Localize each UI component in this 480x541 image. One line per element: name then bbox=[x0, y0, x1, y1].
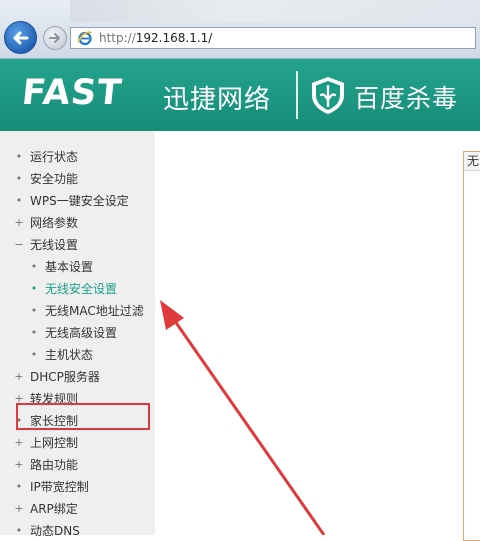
url-text: http://192.168.1.1/ bbox=[99, 31, 212, 45]
menu-list: • 运行状态 • 安全功能 • WPS一键安全设定 + 网络参数 − 无线设置 … bbox=[0, 145, 155, 541]
forward-button[interactable] bbox=[43, 26, 67, 50]
bullet-icon: • bbox=[30, 281, 38, 295]
bullet-icon: • bbox=[30, 259, 38, 273]
menu-item-label: 无线设置 bbox=[30, 237, 79, 252]
submenu-item-basic[interactable]: • 基本设置 bbox=[0, 255, 155, 277]
submenu-item-advanced[interactable]: • 无线高级设置 bbox=[0, 321, 155, 343]
expand-plus-icon: + bbox=[14, 435, 24, 449]
back-button[interactable] bbox=[4, 21, 37, 54]
ie-page-icon bbox=[77, 30, 93, 46]
bullet-icon: • bbox=[30, 303, 38, 317]
forward-arrow-icon bbox=[49, 33, 60, 43]
menu-item-label: 路由功能 bbox=[30, 457, 79, 472]
main-content: 无 bbox=[155, 131, 480, 541]
expand-plus-icon: + bbox=[14, 369, 24, 383]
menu-item-label: ARP绑定 bbox=[30, 501, 78, 516]
bullet-icon: • bbox=[15, 523, 23, 537]
menu-item-label: 无线高级设置 bbox=[45, 325, 118, 340]
submenu-item-host-status[interactable]: • 主机状态 bbox=[0, 343, 155, 365]
collapse-minus-icon: − bbox=[14, 237, 24, 251]
menu-item-label: 网络参数 bbox=[30, 215, 79, 230]
submenu-item-mac-filter[interactable]: • 无线MAC地址过滤 bbox=[0, 299, 155, 321]
expand-plus-icon: + bbox=[14, 457, 24, 471]
menu-item-label: 主机状态 bbox=[45, 347, 94, 362]
blurred-tab-strip bbox=[70, 0, 480, 22]
brand-logo: FAST bbox=[19, 73, 125, 113]
expand-plus-icon: + bbox=[14, 391, 24, 405]
bullet-icon: • bbox=[30, 347, 38, 361]
menu-item-ddns[interactable]: • 动态DNS bbox=[0, 519, 155, 541]
menu-item-label: 安全功能 bbox=[30, 171, 79, 186]
url-protocol: http:// bbox=[99, 31, 136, 45]
content-panel: 无 bbox=[463, 151, 480, 541]
menu-item-label: 转发规则 bbox=[30, 391, 79, 406]
menu-item-status[interactable]: • 运行状态 bbox=[0, 145, 155, 167]
menu-item-label: 上网控制 bbox=[30, 435, 79, 450]
expand-plus-icon: + bbox=[14, 501, 24, 515]
menu-item-routing[interactable]: + 路由功能 bbox=[0, 453, 155, 475]
antivirus-label: 百度杀毒 bbox=[354, 84, 459, 113]
menu-item-dhcp[interactable]: + DHCP服务器 bbox=[0, 365, 155, 387]
menu-item-security[interactable]: • 安全功能 bbox=[0, 167, 155, 189]
bullet-icon: • bbox=[15, 171, 23, 185]
menu-item-arp[interactable]: + ARP绑定 bbox=[0, 497, 155, 519]
bullet-icon: • bbox=[15, 193, 23, 207]
submenu-item-wireless-security[interactable]: • 无线安全设置 bbox=[0, 277, 155, 299]
bullet-icon: • bbox=[15, 479, 23, 493]
menu-item-bandwidth[interactable]: • IP带宽控制 bbox=[0, 475, 155, 497]
sidebar-menu: • 运行状态 • 安全功能 • WPS一键安全设定 + 网络参数 − 无线设置 … bbox=[0, 131, 155, 538]
menu-item-network[interactable]: + 网络参数 bbox=[0, 211, 155, 233]
menu-item-label: 动态DNS bbox=[30, 523, 80, 538]
menu-item-label: IP带宽控制 bbox=[30, 479, 89, 494]
bullet-icon: • bbox=[30, 325, 38, 339]
menu-item-label: 无线MAC地址过滤 bbox=[45, 303, 144, 318]
menu-item-wps[interactable]: • WPS一键安全设定 bbox=[0, 189, 155, 211]
back-arrow-icon bbox=[13, 31, 28, 44]
menu-item-label: 运行状态 bbox=[30, 149, 79, 164]
menu-item-forwarding[interactable]: + 转发规则 bbox=[0, 387, 155, 409]
address-bar[interactable]: http://192.168.1.1/ bbox=[70, 27, 476, 49]
menu-item-parental[interactable]: • 家长控制 bbox=[0, 409, 155, 431]
panel-header: 无 bbox=[464, 152, 480, 171]
menu-item-label: 家长控制 bbox=[30, 413, 79, 428]
menu-item-label: 基本设置 bbox=[45, 259, 94, 274]
bullet-icon: • bbox=[15, 149, 23, 163]
url-host: 192.168.1.1/ bbox=[135, 31, 213, 45]
banner-divider bbox=[296, 71, 298, 119]
menu-item-label: WPS一键安全设定 bbox=[30, 193, 129, 208]
header-banner: FAST 迅捷网络 百度杀毒 bbox=[0, 59, 480, 131]
menu-item-access-control[interactable]: + 上网控制 bbox=[0, 431, 155, 453]
menu-item-label: 无线安全设置 bbox=[45, 281, 118, 296]
menu-item-label: DHCP服务器 bbox=[30, 369, 100, 384]
expand-plus-icon: + bbox=[14, 215, 24, 229]
shield-icon bbox=[312, 77, 344, 114]
bullet-icon: • bbox=[15, 413, 23, 427]
menu-item-wireless[interactable]: − 无线设置 bbox=[0, 233, 155, 255]
brand-name-cn: 迅捷网络 bbox=[163, 85, 272, 115]
browser-toolbar: http://192.168.1.1/ bbox=[0, 0, 480, 59]
